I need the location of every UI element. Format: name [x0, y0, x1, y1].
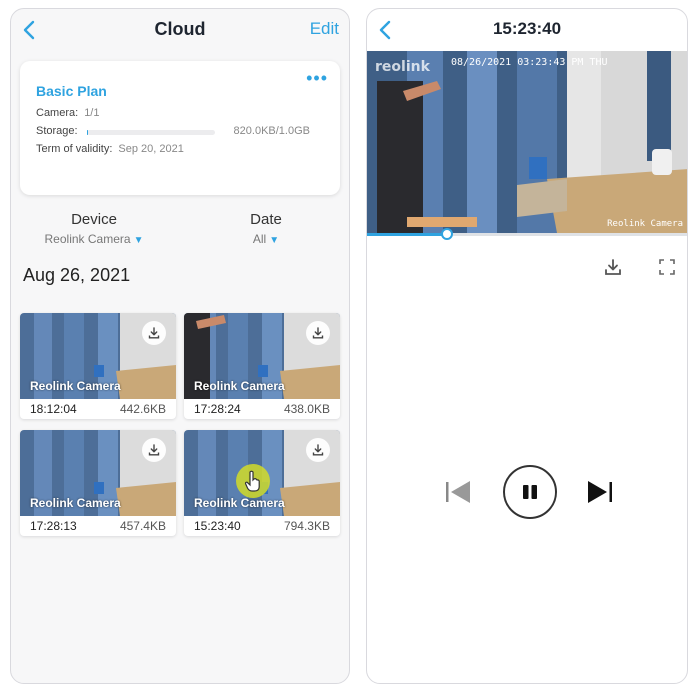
download-icon — [605, 259, 621, 275]
clip-card[interactable]: Reolink Camera 17:28:24 438.0KB — [184, 313, 340, 419]
date-filter[interactable]: Date All ▼ — [231, 211, 301, 246]
previous-button[interactable] — [443, 477, 473, 512]
validity-value: Sep 20, 2021 — [118, 143, 184, 155]
fullscreen-icon — [659, 259, 675, 275]
clip-camera-label: Reolink Camera — [194, 379, 285, 393]
touch-indicator — [236, 464, 270, 498]
more-dots-icon[interactable]: ••• — [306, 69, 328, 87]
date-filter-value[interactable]: All ▼ — [231, 232, 301, 246]
camera-label: Camera: — [36, 107, 79, 119]
download-button[interactable] — [603, 257, 623, 282]
clip-time: 17:28:24 — [194, 402, 241, 416]
storage-bar — [87, 130, 215, 135]
device-filter-value-text: Reolink Camera — [44, 232, 131, 246]
camera-value: 1/1 — [84, 107, 100, 119]
download-button[interactable] — [306, 438, 330, 462]
clip-size: 438.0KB — [283, 402, 330, 416]
fullscreen-button[interactable] — [657, 257, 677, 282]
clip-time: 15:23:40 — [194, 519, 241, 533]
plan-name: Basic Plan — [36, 83, 107, 99]
player-screen: 15:23:40 reolink 08/26/2021 03:23:43 PM … — [366, 8, 688, 684]
clip-card[interactable]: Reolink Camera 18:12:04 442.6KB — [20, 313, 176, 419]
date-filter-label: Date — [250, 211, 282, 228]
download-button[interactable] — [142, 438, 166, 462]
video-frame — [367, 51, 687, 233]
validity-label: Term of validity: — [36, 143, 113, 155]
reolink-watermark: reolink — [375, 59, 430, 75]
download-icon — [148, 327, 160, 339]
device-filter-label: Device — [71, 211, 117, 228]
chevron-down-icon: ▼ — [269, 235, 280, 246]
hand-pointer-icon — [244, 470, 260, 492]
date-header: Aug 26, 2021 — [23, 265, 131, 285]
download-button[interactable] — [306, 321, 330, 345]
skip-next-icon — [588, 481, 612, 503]
camera-row: Camera: 1/1 — [36, 107, 99, 119]
player-topbar: 15:23:40 — [367, 9, 687, 53]
clip-size: 442.6KB — [119, 402, 166, 416]
playback-progress[interactable] — [367, 228, 687, 240]
clip-camera-label: Reolink Camera — [194, 496, 285, 510]
clip-camera-label: Reolink Camera — [30, 379, 121, 393]
pause-icon — [523, 485, 537, 499]
download-icon — [312, 444, 324, 456]
validity-row: Term of validity: Sep 20, 2021 — [36, 143, 184, 155]
page-title: Cloud — [154, 19, 206, 39]
video-player[interactable]: reolink 08/26/2021 03:23:43 PM THU Reoli… — [367, 51, 687, 233]
download-icon — [312, 327, 324, 339]
device-filter-value[interactable]: Reolink Camera ▼ — [31, 232, 157, 246]
clip-camera-label: Reolink Camera — [30, 496, 121, 510]
edit-button[interactable]: Edit — [310, 19, 339, 39]
storage-bar-fill — [87, 130, 89, 135]
cloud-screen: Cloud Edit Basic Plan ••• Camera: 1/1 Sto… — [10, 8, 350, 684]
skip-previous-icon — [446, 481, 470, 503]
clip-card[interactable]: Reolink Camera 15:23:40 794.3KB — [184, 430, 340, 536]
playback-scrubber[interactable] — [441, 228, 453, 240]
clip-card[interactable]: Reolink Camera 17:28:13 457.4KB — [20, 430, 176, 536]
page-title: 15:23:40 — [492, 19, 562, 38]
chevron-down-icon: ▼ — [133, 235, 144, 246]
device-filter[interactable]: Device Reolink Camera ▼ — [31, 211, 157, 246]
date-filter-value-text: All — [252, 232, 267, 246]
storage-label: Storage: — [36, 125, 78, 137]
download-button[interactable] — [142, 321, 166, 345]
timestamp-overlay: 08/26/2021 03:23:43 PM THU — [451, 57, 608, 68]
cloud-topbar: Cloud Edit — [11, 9, 349, 53]
plan-card: Basic Plan ••• Camera: 1/1 Storage: 820.0… — [20, 61, 340, 195]
playback-progress-fill — [367, 233, 447, 236]
pause-button[interactable] — [503, 465, 557, 519]
clip-size: 457.4KB — [119, 519, 166, 533]
clip-time: 17:28:13 — [30, 519, 77, 533]
camera-name-overlay: Reolink Camera — [607, 219, 683, 229]
clip-size: 794.3KB — [283, 519, 330, 533]
next-button[interactable] — [585, 477, 615, 512]
clip-time: 18:12:04 — [30, 402, 77, 416]
storage-value: 820.0KB/1.0GB — [233, 125, 310, 137]
download-icon — [148, 444, 160, 456]
